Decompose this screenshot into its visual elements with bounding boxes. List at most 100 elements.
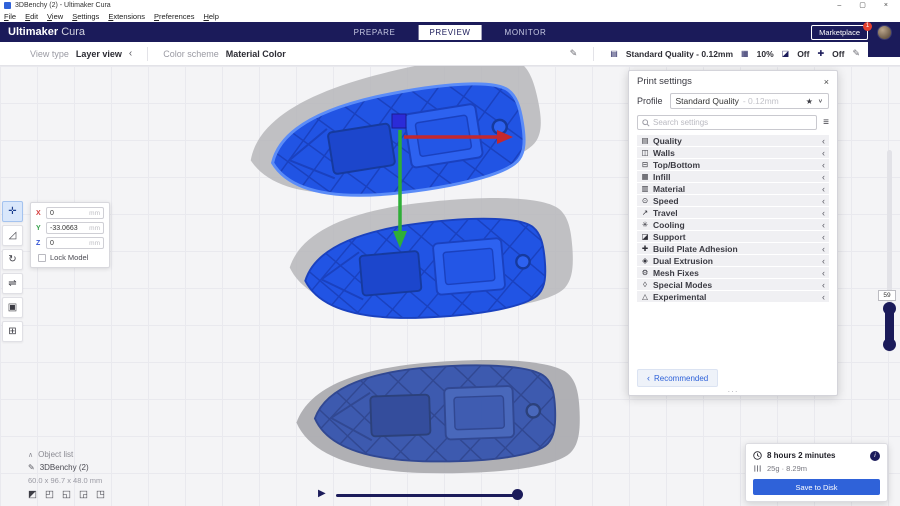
edit-settings-pencil-icon[interactable]: ✎ bbox=[852, 48, 860, 59]
lock-model-checkbox[interactable] bbox=[38, 253, 46, 262]
collapse-chevron-icon: ‹ bbox=[822, 183, 825, 194]
move-tool-button[interactable]: ✛ bbox=[2, 201, 23, 222]
play-button[interactable]: ▶ bbox=[318, 488, 326, 499]
settings-categories: ▤ Quality ‹ ◫ Walls ‹ ⊟ Top/Bottom ‹ ▦ Infill ‹ ▥ Mat… bbox=[629, 135, 837, 303]
marketplace-button[interactable]: Marketplace 1 bbox=[811, 21, 872, 40]
close-icon[interactable]: × bbox=[824, 77, 829, 87]
cooling-icon: ✳ bbox=[641, 220, 649, 229]
collapse-chevron-icon: ‹ bbox=[822, 231, 825, 242]
category-build-plate-adhesion[interactable]: ✚ Build Plate Adhesion ‹ bbox=[637, 243, 829, 255]
category-quality[interactable]: ▤ Quality ‹ bbox=[637, 135, 829, 147]
y-position-input[interactable]: -33.0663 mm bbox=[46, 222, 104, 234]
brand-logo: Ultimaker Cura bbox=[8, 26, 85, 38]
menu-edit[interactable]: Edit bbox=[25, 12, 38, 21]
per-model-settings-tool-button[interactable]: ▣ bbox=[2, 297, 23, 318]
category-label: Dual Extrusion bbox=[653, 255, 713, 266]
playback-slider-handle[interactable] bbox=[512, 489, 523, 500]
menu-file[interactable]: File bbox=[4, 12, 16, 21]
front-view-icon[interactable]: ◰ bbox=[45, 489, 54, 500]
support-blocker-tool-button[interactable]: ⊞ bbox=[2, 321, 23, 342]
collapse-chevron-icon: ‹ bbox=[822, 195, 825, 206]
tab-monitor[interactable]: MONITOR bbox=[494, 25, 558, 40]
view-type-value[interactable]: Layer view bbox=[76, 49, 122, 59]
category-mesh-fixes[interactable]: ⚙ Mesh Fixes ‹ bbox=[637, 267, 829, 279]
infill-summary[interactable]: 10% bbox=[757, 49, 774, 59]
info-icon[interactable]: i bbox=[870, 450, 880, 461]
menu-help[interactable]: Help bbox=[203, 12, 218, 21]
maximize-icon[interactable]: ▢ bbox=[859, 0, 866, 11]
category-special-modes[interactable]: ◊ Special Modes ‹ bbox=[637, 279, 829, 291]
header-corner-decoration bbox=[868, 42, 900, 57]
mirror-tool-button[interactable]: ⇌ bbox=[2, 273, 23, 294]
move-tool-icon: ✛ bbox=[8, 206, 17, 217]
window-title: 3DBenchy (2) - Ultimaker Cura bbox=[15, 2, 111, 9]
3d-viewport[interactable]: ✛ ◿ ↻ ⇌ ▣ ⊞ X 0 mm Y -33.0663 mm Z 0 mm Lock Model Pr… bbox=[0, 66, 900, 506]
rotate-tool-button[interactable]: ↻ bbox=[2, 249, 23, 270]
left-view-icon[interactable]: ◲ bbox=[79, 489, 88, 500]
view-type-chevron-icon[interactable]: ‹ bbox=[129, 48, 132, 59]
rotate-tool-icon: ↻ bbox=[8, 254, 17, 265]
layer-slider-lower-handle[interactable] bbox=[883, 338, 896, 351]
color-scheme-label: Color scheme bbox=[163, 48, 219, 59]
search-settings-input[interactable] bbox=[653, 118, 813, 127]
panel-resize-handle[interactable]: ··· bbox=[728, 387, 739, 396]
benchy-model-top[interactable] bbox=[263, 72, 532, 214]
menu-settings[interactable]: Settings bbox=[72, 12, 99, 21]
x-position-input[interactable]: 0 mm bbox=[46, 207, 104, 219]
menu-preferences[interactable]: Preferences bbox=[154, 12, 194, 21]
profile-suffix: - 0.12mm bbox=[742, 96, 779, 106]
category-material[interactable]: ▥ Material ‹ bbox=[637, 183, 829, 195]
star-icon[interactable]: ★ bbox=[806, 97, 813, 106]
settings-visibility-menu-icon[interactable]: ≡ bbox=[823, 117, 829, 128]
object-list-label: Object list bbox=[38, 450, 74, 459]
layer-slider-upper-handle[interactable] bbox=[883, 302, 896, 315]
menu-view[interactable]: View bbox=[47, 12, 63, 21]
tab-preview[interactable]: PREVIEW bbox=[418, 24, 482, 40]
view-type-label: View type bbox=[30, 48, 69, 59]
z-position-input[interactable]: 0 mm bbox=[46, 237, 104, 249]
recommended-label: Recommended bbox=[654, 373, 709, 383]
menu-extensions[interactable]: Extensions bbox=[108, 12, 145, 21]
save-to-disk-button[interactable]: Save to Disk bbox=[753, 479, 880, 495]
x-axis-label: X bbox=[36, 209, 41, 217]
category-support[interactable]: ◪ Support ‹ bbox=[637, 231, 829, 243]
stage-tabs: PREPARE PREVIEW MONITOR bbox=[343, 22, 558, 42]
material-spool-icon bbox=[754, 465, 761, 472]
minimize-icon[interactable]: – bbox=[837, 0, 841, 11]
right-view-icon[interactable]: ◳ bbox=[96, 489, 105, 500]
color-scheme-value[interactable]: Material Color bbox=[226, 49, 286, 59]
account-avatar[interactable] bbox=[877, 24, 892, 40]
layer-playback-slider[interactable] bbox=[336, 494, 520, 497]
edit-visibility-pencil-icon[interactable]: ✎ bbox=[570, 48, 578, 59]
print-settings-header: Print settings × bbox=[629, 71, 837, 91]
profile-summary[interactable]: Standard Quality - 0.12mm bbox=[626, 49, 733, 59]
category-infill[interactable]: ▦ Infill ‹ bbox=[637, 171, 829, 183]
category-top-bottom[interactable]: ⊟ Top/Bottom ‹ bbox=[637, 159, 829, 171]
category-label: Walls bbox=[653, 147, 675, 158]
scale-tool-button[interactable]: ◿ bbox=[2, 225, 23, 246]
category-experimental[interactable]: △ Experimental ‹ bbox=[637, 291, 829, 303]
gizmo-center-handle[interactable] bbox=[391, 113, 407, 129]
category-dual-extrusion[interactable]: ◈ Dual Extrusion ‹ bbox=[637, 255, 829, 267]
object-list-toggle[interactable]: ∧ Object list bbox=[28, 448, 105, 461]
travel-icon: ↗ bbox=[641, 208, 649, 217]
category-cooling[interactable]: ✳ Cooling ‹ bbox=[637, 219, 829, 231]
selected-object-row[interactable]: ✎ 3DBenchy (2) bbox=[28, 461, 105, 474]
3d-view-icon[interactable]: ◩ bbox=[28, 489, 37, 500]
top-view-icon[interactable]: ◱ bbox=[62, 489, 71, 500]
brand-bold: Ultimaker bbox=[8, 26, 59, 38]
category-speed[interactable]: ⊙ Speed ‹ bbox=[637, 195, 829, 207]
tab-prepare[interactable]: PREPARE bbox=[343, 25, 407, 40]
category-walls[interactable]: ◫ Walls ‹ bbox=[637, 147, 829, 159]
support-summary[interactable]: Off bbox=[797, 49, 809, 59]
profile-dropdown[interactable]: Standard Quality - 0.12mm ★ ∨ bbox=[669, 93, 829, 109]
adhesion-summary[interactable]: Off bbox=[832, 49, 844, 59]
category-travel[interactable]: ↗ Travel ‹ bbox=[637, 207, 829, 219]
profile-icon: ▤ bbox=[610, 49, 618, 58]
recommended-button[interactable]: ‹ Recommended bbox=[637, 369, 719, 387]
collapse-chevron-icon: ‹ bbox=[822, 147, 825, 158]
move-tool-panel: X 0 mm Y -33.0663 mm Z 0 mm Lock Model bbox=[30, 202, 110, 268]
close-icon[interactable]: × bbox=[884, 0, 888, 11]
position-row-z: Z 0 mm bbox=[36, 237, 104, 249]
category-label: Support bbox=[653, 231, 686, 242]
